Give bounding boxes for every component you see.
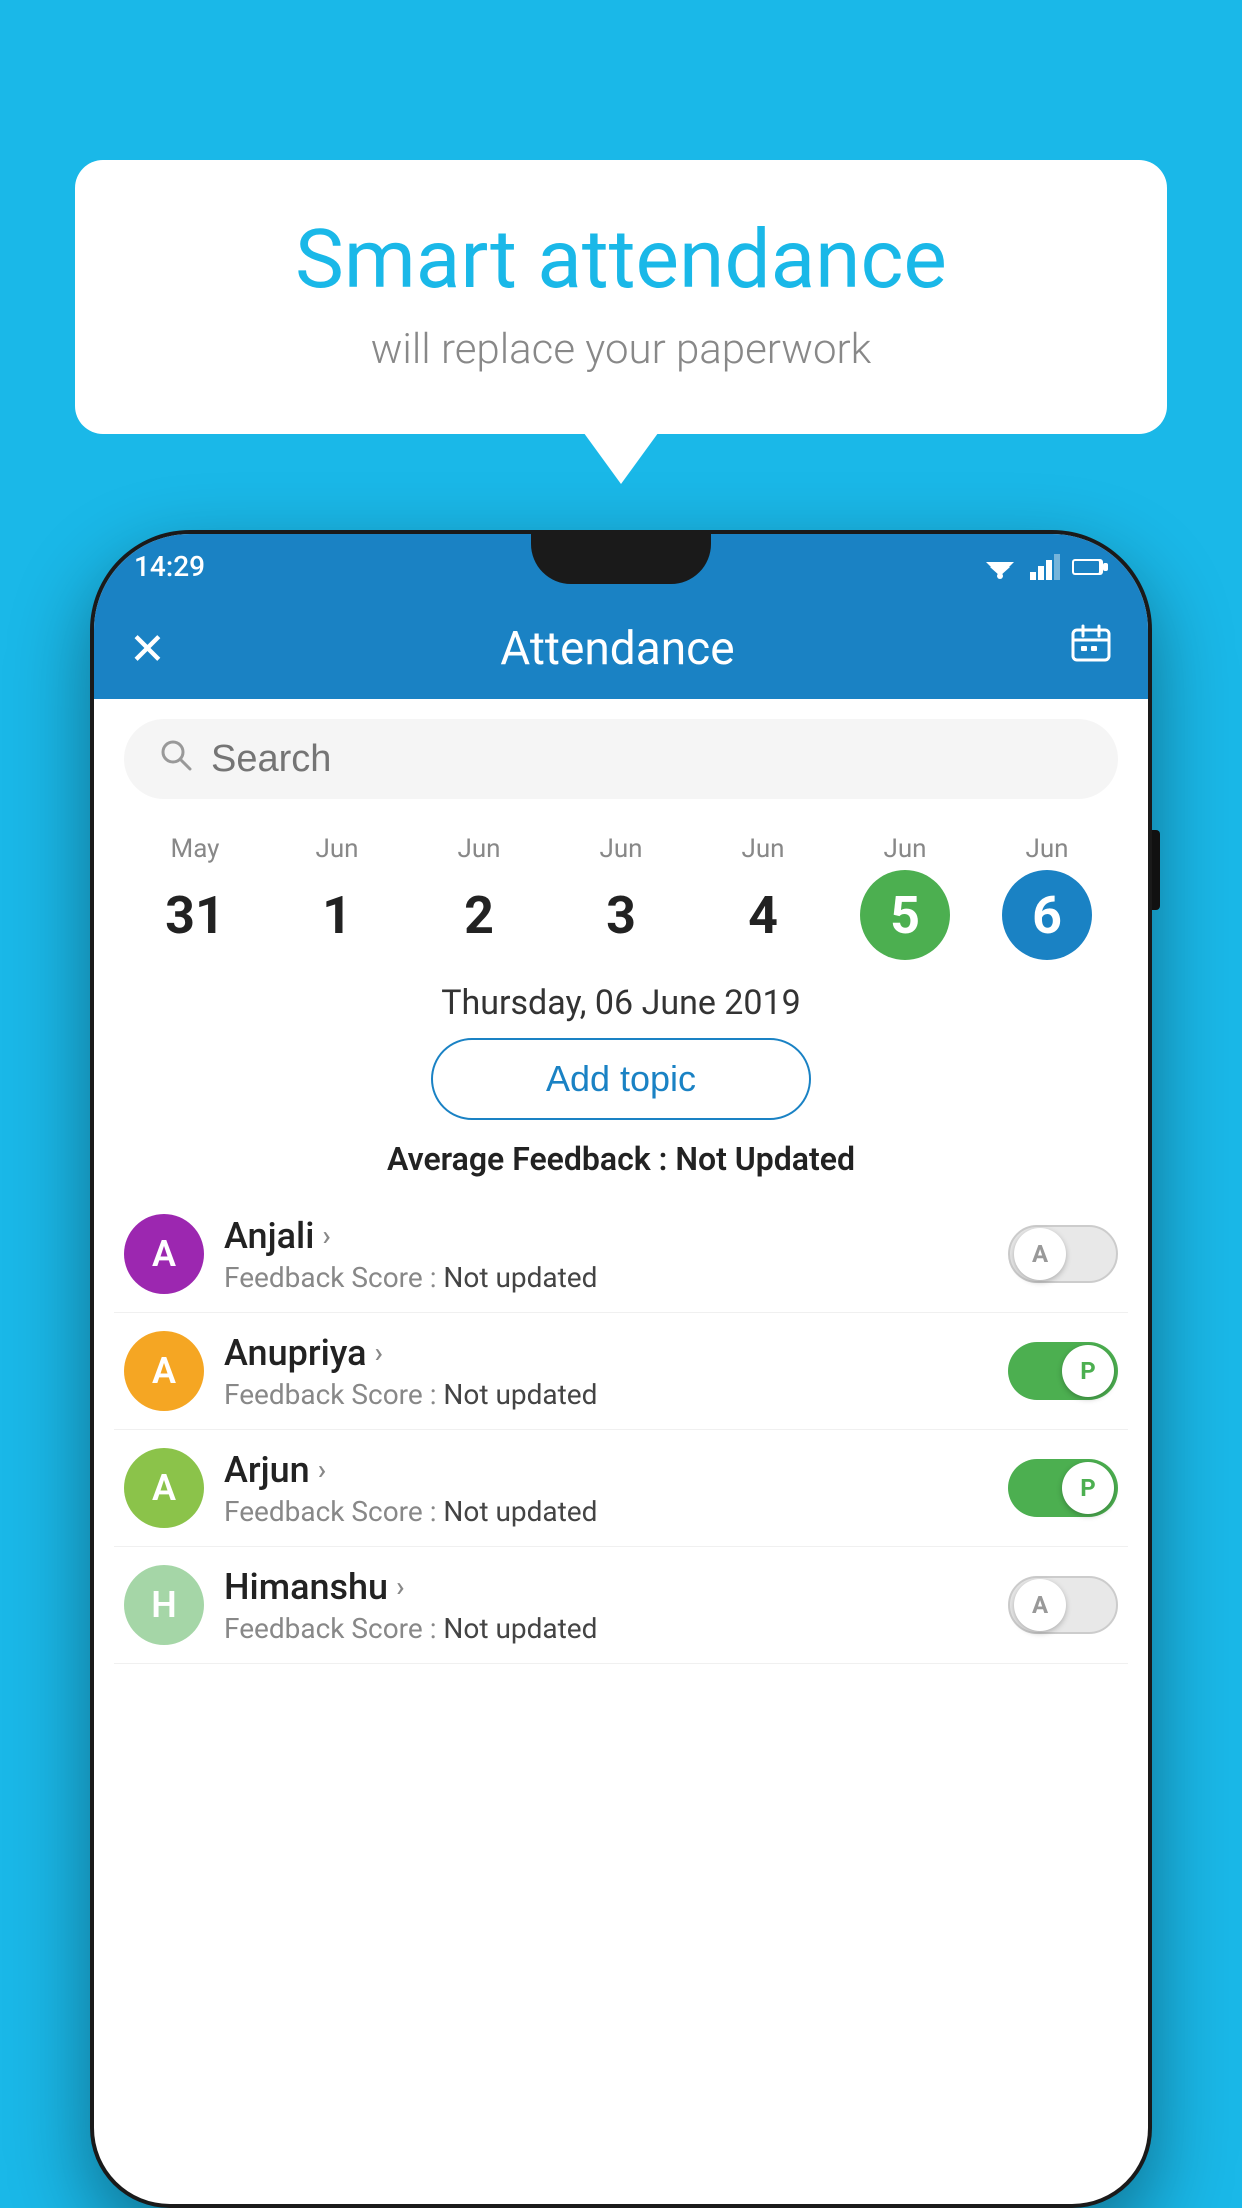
avg-feedback-value: Not Updated [675, 1140, 855, 1178]
selected-date-label: Thursday, 06 June 2019 [94, 983, 1148, 1023]
feedback-value: Not updated [443, 1378, 597, 1411]
toggle-knob: A [1014, 1579, 1066, 1631]
calendar-day[interactable]: Jun 1 [266, 834, 408, 960]
feedback-value: Not updated [443, 1261, 597, 1294]
avg-feedback-prefix: Average Feedback : [387, 1140, 675, 1178]
cal-date-label: 3 [576, 870, 666, 960]
list-item[interactable]: A Arjun › Feedback Score : Not updated P [114, 1430, 1128, 1547]
attendance-toggle[interactable]: P [1008, 1459, 1118, 1517]
search-icon [159, 738, 193, 781]
cal-date-label: 31 [150, 870, 240, 960]
cal-date-label: 4 [718, 870, 808, 960]
feedback-value: Not updated [443, 1495, 597, 1528]
wifi-icon [982, 554, 1018, 580]
battery-icon [1072, 556, 1108, 578]
list-item[interactable]: A Anupriya › Feedback Score : Not updated P [114, 1313, 1128, 1430]
calendar-day[interactable]: Jun 6 [976, 834, 1118, 960]
student-feedback: Feedback Score : Not updated [224, 1495, 988, 1528]
phone-frame: 14:29 [90, 530, 1152, 2208]
avatar: A [124, 1331, 204, 1411]
avatar: H [124, 1565, 204, 1645]
cal-month-label: Jun [408, 834, 550, 864]
attendance-toggle[interactable]: A [1008, 1225, 1118, 1283]
toggle-knob: A [1014, 1228, 1066, 1280]
cal-date-label: 1 [292, 870, 382, 960]
student-list: AAnjali ›Feedback Score : Not updatedAAA… [94, 1196, 1148, 1664]
calendar-day[interactable]: Jun 4 [692, 834, 834, 960]
add-topic-button[interactable]: Add topic [431, 1038, 811, 1120]
volume-button [1152, 830, 1160, 910]
signal-icon [1030, 554, 1060, 580]
chevron-right-icon: › [396, 1570, 404, 1603]
student-info: Arjun › Feedback Score : Not updated [224, 1449, 988, 1528]
calendar-icon [1069, 622, 1113, 666]
toggle-knob: P [1062, 1345, 1114, 1397]
bubble-subtitle: will replace your paperwork [135, 325, 1107, 374]
status-time: 14:29 [134, 550, 205, 583]
student-info: Anjali › Feedback Score : Not updated [224, 1215, 988, 1294]
student-feedback: Feedback Score : Not updated [224, 1261, 988, 1294]
calendar-day[interactable]: Jun 2 [408, 834, 550, 960]
calendar-day[interactable]: May 31 [124, 834, 266, 960]
chevron-right-icon: › [322, 1219, 330, 1252]
calendar-day[interactable]: Jun 3 [550, 834, 692, 960]
cal-month-label: Jun [834, 834, 976, 864]
student-info: Anupriya › Feedback Score : Not updated [224, 1332, 988, 1411]
avatar: A [124, 1214, 204, 1294]
cal-month-label: May [124, 834, 266, 864]
phone-screen: 14:29 [94, 534, 1148, 2204]
student-name: Arjun › [224, 1449, 988, 1491]
cal-month-label: Jun [550, 834, 692, 864]
avatar: A [124, 1448, 204, 1528]
cal-month-label: Jun [976, 834, 1118, 864]
search-input[interactable] [211, 738, 1083, 781]
student-name: Anjali › [224, 1215, 988, 1257]
app-bar-title: Attendance [500, 622, 734, 676]
cal-month-label: Jun [266, 834, 408, 864]
toggle-knob: P [1062, 1462, 1114, 1514]
feedback-value: Not updated [443, 1612, 597, 1645]
student-feedback: Feedback Score : Not updated [224, 1378, 988, 1411]
list-item[interactable]: H Himanshu › Feedback Score : Not updated A [114, 1547, 1128, 1664]
search-bar[interactable] [124, 719, 1118, 799]
attendance-toggle[interactable]: A [1008, 1576, 1118, 1634]
list-item[interactable]: A Anjali › Feedback Score : Not updated A [114, 1196, 1128, 1313]
student-info: Himanshu › Feedback Score : Not updated [224, 1566, 988, 1645]
cal-month-label: Jun [692, 834, 834, 864]
cal-date-label: 6 [1002, 870, 1092, 960]
attendance-toggle[interactable]: P [1008, 1342, 1118, 1400]
close-button[interactable]: ✕ [129, 623, 166, 675]
chevron-right-icon: › [318, 1453, 326, 1486]
status-icons [982, 554, 1108, 580]
calendar-strip: May 31 Jun 1 Jun 2 Jun 3 Jun 4 Jun 5 Jun 6 [94, 819, 1148, 965]
student-name: Himanshu › [224, 1566, 988, 1608]
student-feedback: Feedback Score : Not updated [224, 1612, 988, 1645]
student-name: Anupriya › [224, 1332, 988, 1374]
avg-feedback: Average Feedback : Not Updated [94, 1140, 1148, 1178]
chevron-right-icon: › [375, 1336, 383, 1369]
bubble-title: Smart attendance [135, 215, 1107, 305]
status-bar: 14:29 [94, 534, 1148, 599]
app-bar: ✕ Attendance [94, 599, 1148, 699]
cal-date-label: 5 [860, 870, 950, 960]
calendar-button[interactable] [1069, 622, 1113, 677]
speech-bubble: Smart attendance will replace your paper… [75, 160, 1167, 434]
cal-date-label: 2 [434, 870, 524, 960]
calendar-day[interactable]: Jun 5 [834, 834, 976, 960]
